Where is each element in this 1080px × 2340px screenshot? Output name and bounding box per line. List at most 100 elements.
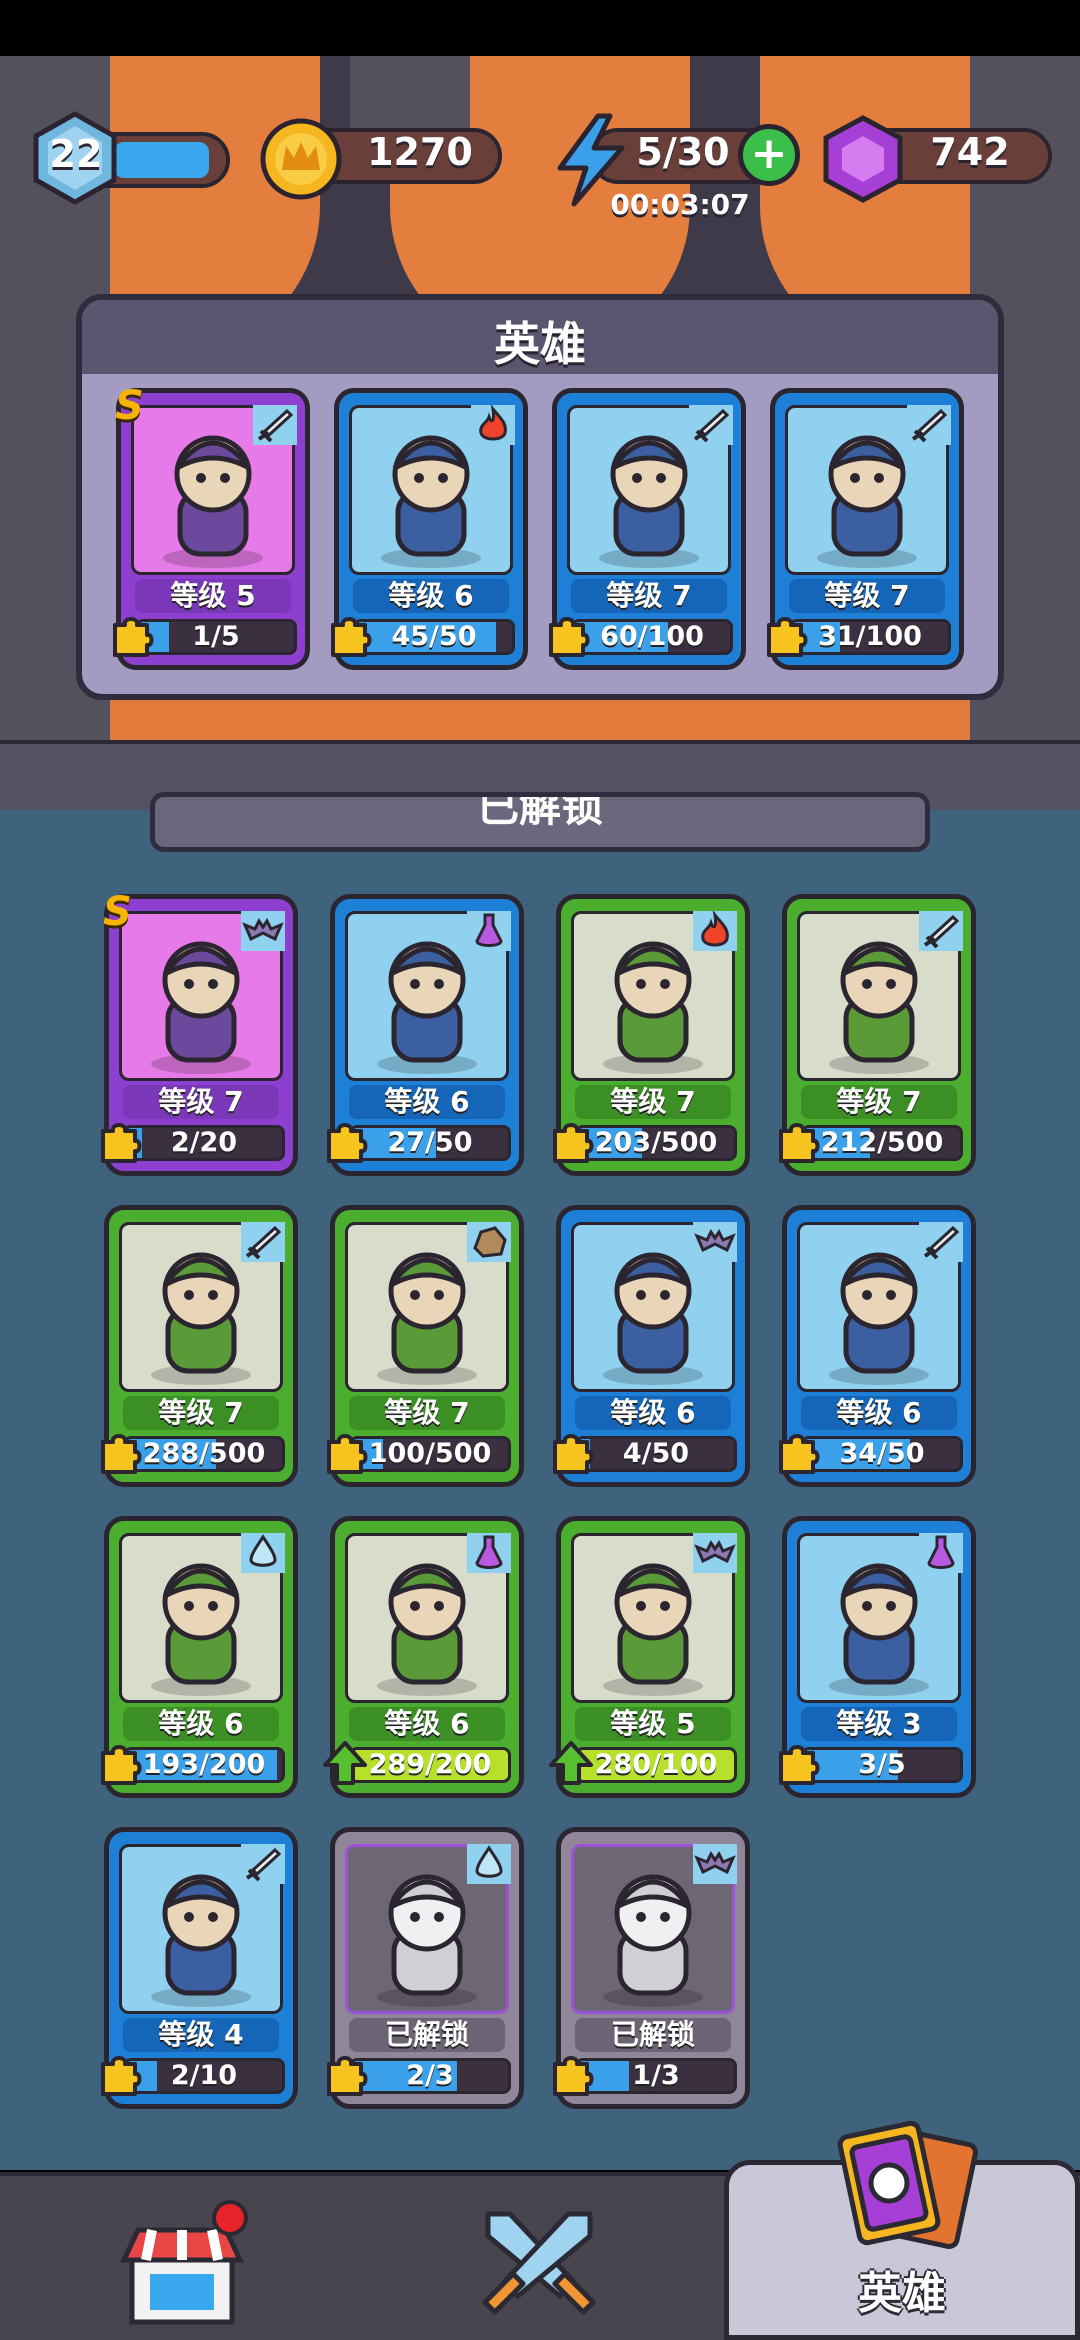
hero-shard-progress: 2/3 (349, 2058, 511, 2094)
potion-icon (467, 1533, 511, 1573)
gem-amount: 742 (930, 130, 1010, 174)
potion-icon (919, 1533, 963, 1573)
hero-shard-count: 2/10 (170, 2060, 238, 2091)
hero-shard-count: 1/5 (192, 621, 240, 652)
add-energy-button[interactable]: + (738, 124, 800, 186)
hero-shard-count: 34/50 (839, 1438, 925, 1469)
puzzle-piece-icon (95, 2050, 143, 2098)
collection-hero-card[interactable]: 等级 4 2/10 (101, 1827, 298, 2109)
hero-shard-count: 212/500 (820, 1127, 944, 1158)
puzzle-piece-icon (543, 611, 591, 659)
hero-shard-count: 45/50 (391, 621, 477, 652)
puzzle-piece-icon (547, 1117, 595, 1165)
energy-timer: 00:03:07 (610, 188, 750, 221)
hero-shard-progress: 203/500 (575, 1125, 737, 1161)
collection-hero-card[interactable]: 等级 6 289/200 (323, 1516, 524, 1798)
collection-hero-card[interactable]: 等级 3 3/5 (779, 1516, 976, 1798)
sword-icon (919, 911, 963, 951)
hero-shard-count: 3/5 (858, 1749, 906, 1780)
collection-hero-card[interactable]: 已解锁 1/3 (553, 1827, 750, 2109)
hero-level-label: 等级 7 (575, 1085, 731, 1119)
team-heroes-panel: 英雄 S 等级 5 1/5 等级 6 45/50 等级 7 60/100 等级 7 31/100 (76, 294, 1004, 700)
collection-hero-card[interactable]: 等级 7 288/500 (101, 1205, 298, 1487)
hero-level-label: 等级 7 (789, 579, 945, 613)
hero-shard-count: 2/20 (170, 1127, 238, 1158)
team-heroes-header: 英雄 (82, 300, 998, 374)
hero-shard-count: 1/3 (632, 2060, 680, 2091)
hero-shard-progress: 289/200 (349, 1747, 511, 1783)
hero-level-label: 等级 5 (135, 579, 291, 613)
hero-level-label: 等级 7 (123, 1396, 279, 1430)
puzzle-piece-icon (325, 611, 373, 659)
hero-shard-progress: 60/100 (571, 619, 733, 655)
sword-icon (241, 1222, 285, 1262)
unlocked-section-title: 已解锁 (476, 792, 603, 831)
water-icon (241, 1533, 285, 1573)
collection-hero-card[interactable]: 等级 6 34/50 (779, 1205, 976, 1487)
team-hero-card[interactable]: 等级 7 60/100 (549, 388, 746, 670)
hero-shard-progress: 2/20 (123, 1125, 285, 1161)
bat-icon (241, 911, 285, 951)
collection-hero-card[interactable]: 等级 5 280/100 (549, 1516, 750, 1798)
puzzle-piece-icon (95, 1739, 143, 1787)
collection-hero-card[interactable]: 等级 6 4/50 (553, 1205, 750, 1487)
puzzle-piece-icon (107, 611, 155, 659)
puzzle-piece-icon (773, 1428, 821, 1476)
hero-shard-progress: 100/500 (349, 1436, 511, 1472)
gold-coin-icon (260, 118, 342, 200)
sword-icon (253, 405, 297, 445)
puzzle-piece-icon (547, 1428, 595, 1476)
hero-shard-progress: 2/10 (123, 2058, 285, 2094)
collection-hero-card[interactable]: S 等级 7 2/20 (101, 889, 298, 1176)
collection-hero-card[interactable]: 等级 7 100/500 (327, 1205, 524, 1487)
team-heroes-title: 英雄 (494, 317, 586, 371)
fire-icon (471, 403, 515, 445)
hero-shard-count: 27/50 (387, 1127, 473, 1158)
hero-level-label: 等级 5 (575, 1707, 731, 1741)
gem-icon (823, 115, 903, 203)
nav-heroes-tab[interactable]: 英雄 (724, 2120, 1080, 2340)
hero-shard-progress: 27/50 (349, 1125, 511, 1161)
hero-level-label: 等级 7 (801, 1085, 957, 1119)
bat-icon (693, 1222, 737, 1262)
team-hero-card[interactable]: S 等级 5 1/5 (113, 383, 310, 670)
hero-shard-progress: 3/5 (801, 1747, 963, 1783)
hero-level-label: 等级 7 (123, 1085, 279, 1119)
nav-battle[interactable] (474, 2200, 604, 2330)
crossed-swords-icon (482, 2211, 596, 2315)
player-level: 22 (49, 132, 103, 176)
hero-level-label: 等级 7 (349, 1396, 505, 1430)
shop-notification-badge (212, 2200, 248, 2236)
hero-shard-count: 100/500 (368, 1438, 492, 1469)
hero-level-label: 等级 6 (349, 1085, 505, 1119)
sword-icon (907, 405, 951, 445)
collection-hero-card[interactable]: 已解锁 2/3 (327, 1827, 524, 2109)
collection-hero-card[interactable]: 等级 6 27/50 (327, 894, 524, 1176)
team-hero-card[interactable]: 等级 6 45/50 (331, 388, 528, 670)
puzzle-piece-icon (761, 611, 809, 659)
puzzle-piece-icon (547, 2050, 595, 2098)
hero-level-label: 等级 7 (571, 579, 727, 613)
hero-level-label: 等级 6 (353, 579, 509, 613)
hero-shard-count: 193/200 (142, 1749, 266, 1780)
collection-hero-card[interactable]: 等级 6 193/200 (101, 1516, 298, 1798)
hero-shard-progress: 212/500 (801, 1125, 963, 1161)
unlocked-section-header: 已解锁 (150, 792, 930, 852)
puzzle-piece-icon (773, 1117, 821, 1165)
nav-shop[interactable] (116, 2200, 248, 2332)
gold-amount: 1270 (367, 130, 473, 174)
potion-icon (467, 911, 511, 951)
puzzle-piece-icon (321, 1117, 369, 1165)
hero-cards-icon (837, 2120, 978, 2249)
hero-level-label: 等级 6 (575, 1396, 731, 1430)
hero-shard-count: 60/100 (600, 621, 704, 652)
puzzle-piece-icon (95, 1117, 143, 1165)
collection-hero-card[interactable]: 等级 7 212/500 (779, 894, 976, 1176)
bat-icon (693, 1533, 737, 1573)
energy-amount: 5/30 (636, 130, 730, 174)
hero-shard-progress: 193/200 (123, 1747, 285, 1783)
rock-icon (467, 1222, 511, 1262)
team-hero-card[interactable]: 等级 7 31/100 (767, 388, 964, 670)
collection-hero-card[interactable]: 等级 7 203/500 (553, 894, 750, 1176)
hero-shard-progress: 34/50 (801, 1436, 963, 1472)
